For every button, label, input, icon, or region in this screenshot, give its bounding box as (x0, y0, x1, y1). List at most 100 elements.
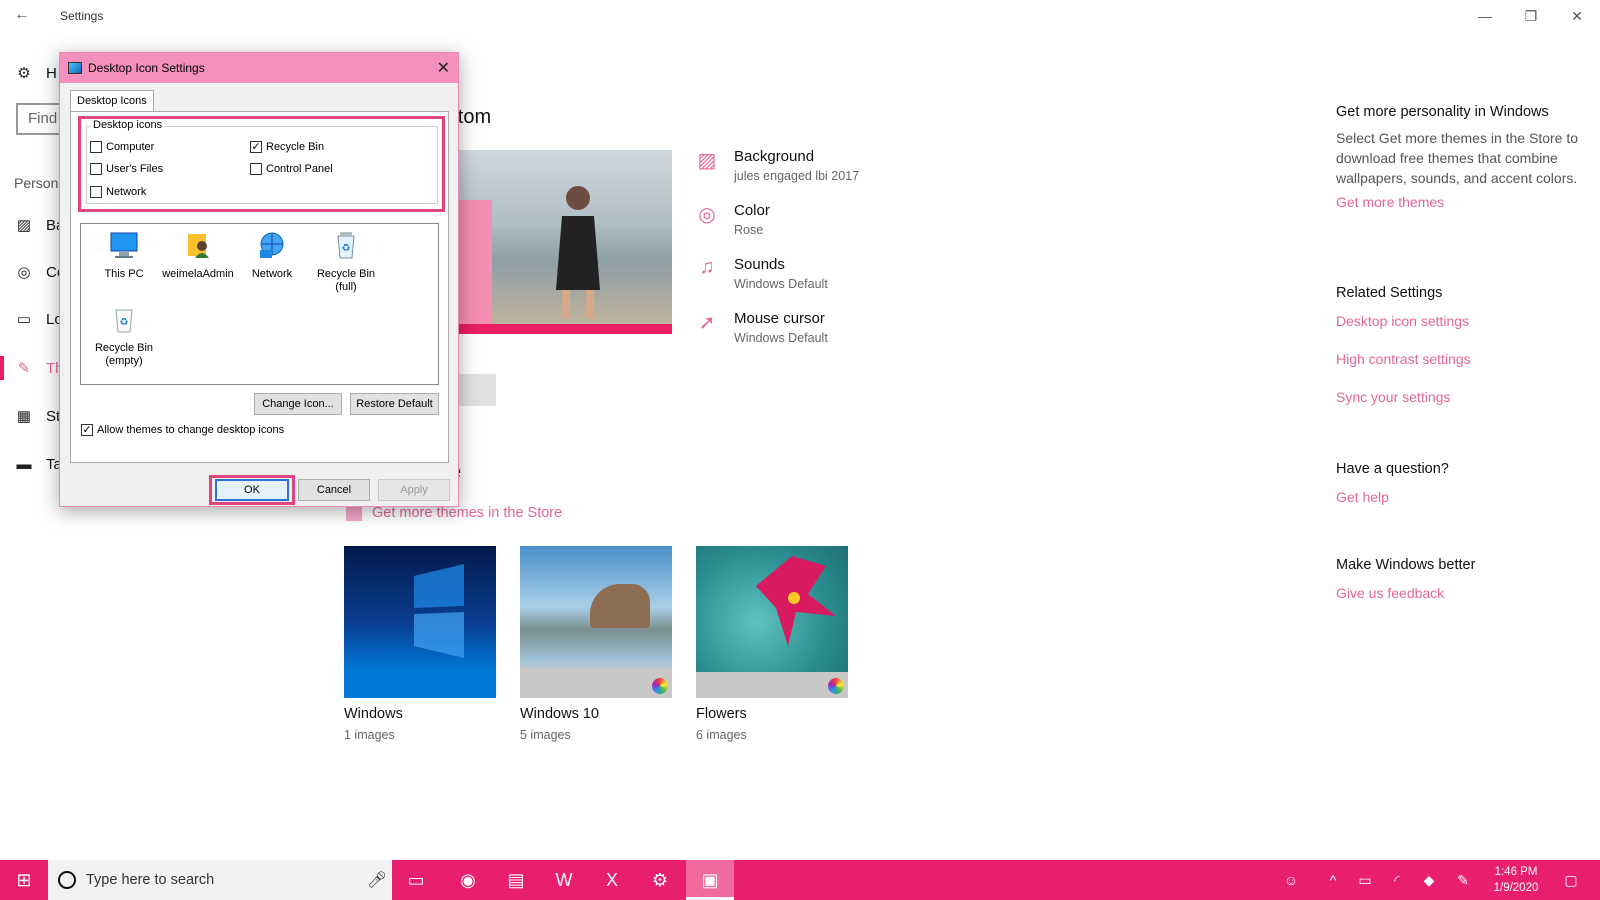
cancel-button[interactable]: Cancel (298, 479, 370, 501)
checkbox-box (90, 141, 102, 153)
settings-screen: ← Settings — ❐ ✕ ⚙ H Find Person ▨ Ba ◎ … (0, 0, 1600, 900)
checkbox-box (90, 163, 102, 175)
high-contrast-settings-link[interactable]: High contrast settings (1336, 351, 1586, 367)
settings-gear-icon[interactable]: ⚙ (636, 860, 684, 900)
feedback-section: Make Windows better Give us feedback (1336, 557, 1586, 601)
icon-label: Recycle Bin (empty) (94, 342, 154, 367)
file-explorer-icon[interactable]: ▤ (492, 860, 540, 900)
task-view-icon[interactable]: ▭ (392, 860, 440, 900)
get-help-link[interactable]: Get help (1336, 489, 1586, 505)
store-icon (346, 505, 362, 521)
checkbox-label: User's Files (106, 163, 164, 175)
control-panel-checkbox[interactable]: Control Panel (250, 163, 333, 175)
icon-this-pc[interactable]: This PC (85, 230, 163, 281)
icon-user-files[interactable]: weimelaAdmin (159, 230, 237, 281)
back-arrow-icon[interactable]: ← (14, 6, 30, 24)
network-checkbox[interactable]: Network (90, 186, 146, 198)
dropbox-icon[interactable]: ◆ (1414, 860, 1444, 900)
windows-start-icon[interactable]: ⊞ (0, 860, 48, 900)
store-link-label: Get more themes in the Store (372, 505, 563, 521)
apply-button[interactable]: Apply (378, 479, 450, 501)
nav-item-background[interactable]: ▨ Ba (14, 212, 64, 238)
color-wheel-icon (828, 678, 844, 694)
prop-subtitle: Windows Default (734, 277, 828, 291)
checkbox-box-checked: ✓ (81, 424, 93, 436)
prop-mouse-cursor[interactable]: ➚ Mouse cursor Windows Default (694, 310, 828, 345)
word-icon[interactable]: W (540, 860, 588, 900)
theme-card-windows[interactable]: Windows 1 images (344, 546, 496, 742)
computer-checkbox[interactable]: Computer (90, 141, 154, 153)
excel-icon[interactable]: X (588, 860, 636, 900)
nav-home[interactable]: ⚙ H (14, 60, 57, 86)
users-files-checkbox[interactable]: User's Files (90, 163, 163, 175)
desktop-icon-settings-link[interactable]: Desktop icon settings (1336, 313, 1586, 329)
theme-count: 6 images (696, 728, 747, 742)
picture-icon: ▨ (16, 217, 32, 234)
desktop-icon-settings-taskbar-icon[interactable]: ▣ (686, 860, 734, 900)
taskbar-clock[interactable]: 1:46 PM 1/9/2020 (1480, 864, 1552, 896)
change-icon-button[interactable]: Change Icon... (254, 393, 342, 415)
color-wheel-icon (652, 678, 668, 694)
give-feedback-link[interactable]: Give us feedback (1336, 585, 1586, 601)
palette-icon: ◎ (698, 204, 716, 226)
notifications-icon[interactable]: ▢ (1556, 860, 1586, 900)
battery-icon[interactable]: ▭ (1350, 860, 1380, 900)
nav-active-indicator (0, 356, 4, 380)
restore-default-button[interactable]: Restore Default (350, 393, 439, 415)
prop-background[interactable]: ▨ Background jules engaged lbi 2017 (694, 148, 860, 183)
nav-item-colors[interactable]: ◎ Co (14, 259, 65, 285)
theme-count: 1 images (344, 728, 395, 742)
theme-name: Windows 10 (520, 706, 599, 722)
store-link[interactable]: Get more themes in the Store (346, 505, 562, 521)
dialog-close-icon[interactable]: ✕ (437, 58, 450, 78)
dialog-title: Desktop Icon Settings (88, 61, 205, 75)
taskbar-search-box[interactable]: Type here to search 🎤︎ (48, 860, 392, 900)
icon-recycle-bin-empty[interactable]: ♻ Recycle Bin (empty) (85, 304, 163, 368)
checkbox-label: Allow themes to change desktop icons (97, 424, 285, 436)
restore-button[interactable]: ❐ (1508, 4, 1554, 28)
theme-card-flowers[interactable]: Flowers 6 images (696, 546, 848, 742)
sync-settings-link[interactable]: Sync your settings (1336, 389, 1586, 405)
prop-color[interactable]: ◎ Color Rose (694, 202, 770, 237)
recycle-bin-checkbox[interactable]: ✓ Recycle Bin (250, 141, 324, 153)
icon-label: weimelaAdmin (162, 268, 234, 280)
prop-title: Sounds (734, 256, 785, 273)
people-icon[interactable]: ☺ (1276, 860, 1306, 900)
allow-themes-checkbox[interactable]: ✓ Allow themes to change desktop icons (81, 424, 284, 436)
nav-item-themes[interactable]: ✎ Th (14, 355, 64, 381)
close-button[interactable]: ✕ (1554, 4, 1600, 28)
icon-network[interactable]: Network (233, 230, 311, 281)
checkbox-box (90, 186, 102, 198)
minimize-button[interactable]: — (1462, 4, 1508, 28)
desktop-icon-list: This PC weimelaAdmin Network ♻ Recycle B… (80, 223, 439, 385)
clock-date: 1/9/2020 (1493, 882, 1539, 894)
theme-preview-image (448, 150, 672, 334)
svg-text:♻: ♻ (342, 243, 351, 254)
prop-subtitle: Windows Default (734, 331, 828, 345)
windows-logo-light-icon (414, 564, 464, 658)
nav-item-lock-screen[interactable]: ▭ Lo (14, 306, 63, 332)
preview-person-figure (556, 186, 600, 318)
theme-card-windows-10[interactable]: Windows 10 5 images (520, 546, 672, 742)
checkbox-label: Recycle Bin (266, 141, 325, 153)
nav-item-taskbar[interactable]: ▬ Ta (14, 451, 62, 477)
theme-thumbnail (520, 546, 672, 698)
chevron-up-icon[interactable]: ^ (1318, 860, 1348, 900)
checkbox-label: Network (106, 186, 147, 198)
icon-label: Network (251, 268, 293, 280)
microphone-icon[interactable]: 🎤︎ (362, 870, 392, 890)
pen-icon[interactable]: ✎ (1448, 860, 1478, 900)
tab-desktop-icons[interactable]: Desktop Icons (70, 90, 154, 112)
ok-button[interactable]: OK (215, 479, 289, 501)
nav-item-start[interactable]: ▦ St (14, 403, 60, 429)
prop-sounds[interactable]: ♫ Sounds Windows Default (694, 256, 828, 291)
flower-icon (756, 556, 836, 646)
get-more-themes-link[interactable]: Get more themes (1336, 194, 1586, 210)
dialog-app-icon (68, 62, 82, 74)
icon-recycle-bin-full[interactable]: ♻ Recycle Bin (full) (307, 230, 385, 294)
wifi-icon[interactable]: ◜ (1382, 860, 1412, 900)
nav-section-label: Person (14, 175, 59, 191)
chrome-icon[interactable]: ◉ (444, 860, 492, 900)
taskbar: ⊞ Type here to search 🎤︎ ▭ ◉ ▤ W X ⚙ ▣ ☺… (0, 860, 1600, 900)
checkbox-label: Control Panel (266, 163, 333, 175)
